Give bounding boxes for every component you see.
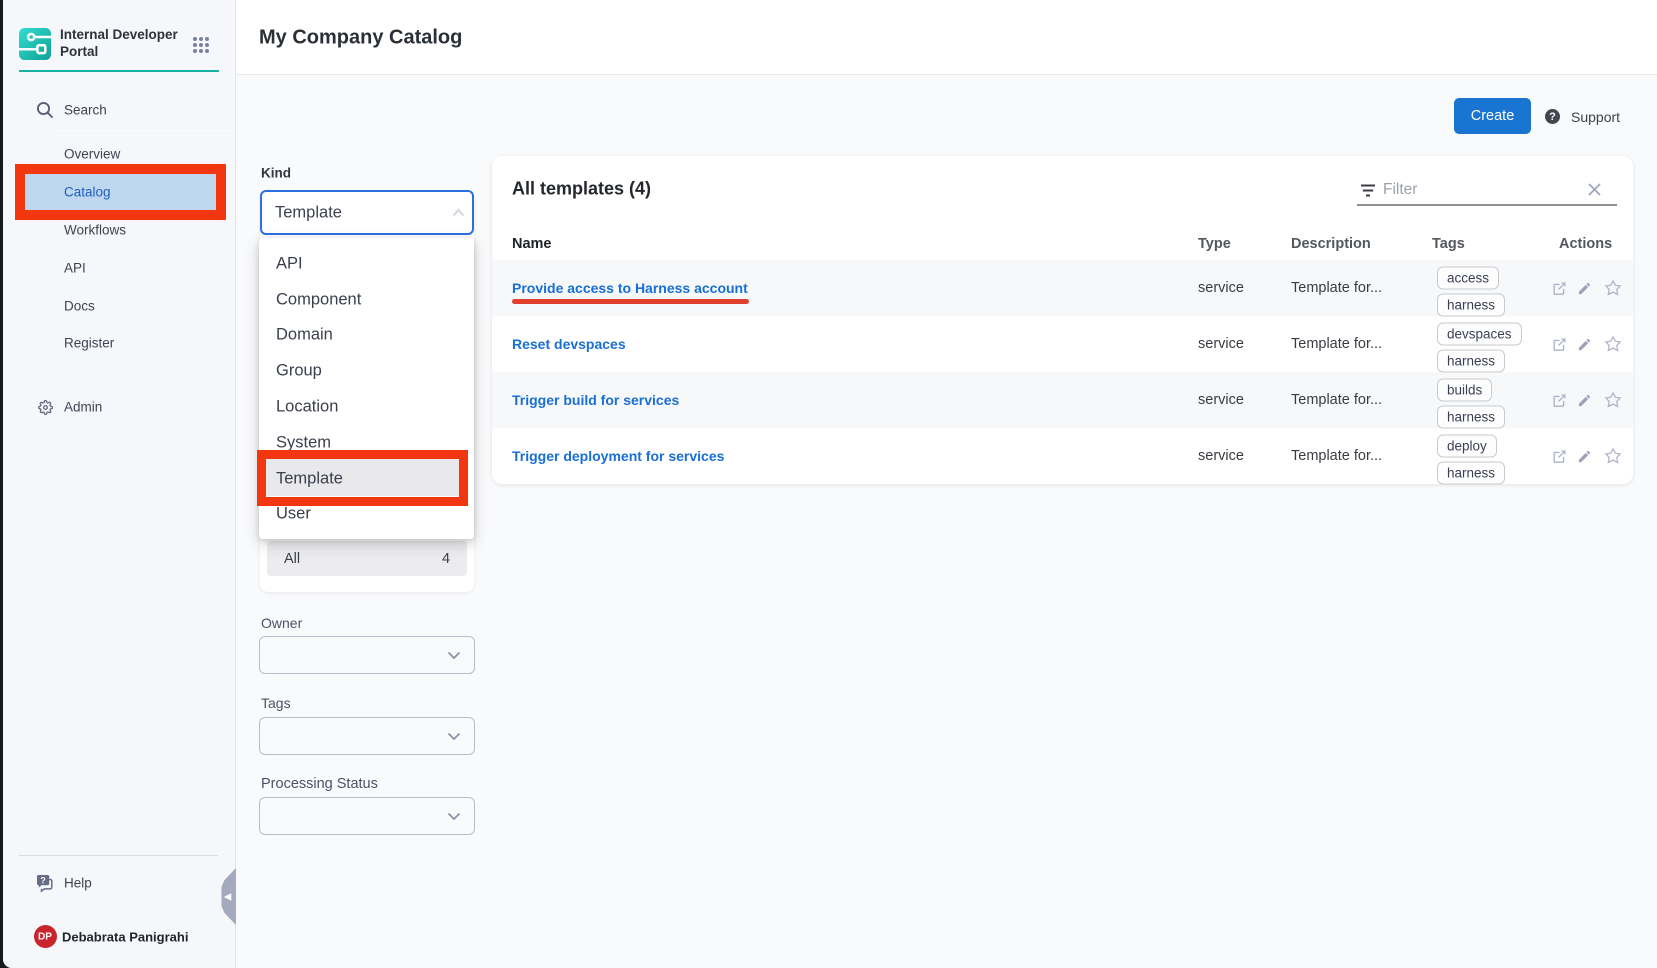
svg-text:?: ? [40, 876, 45, 886]
